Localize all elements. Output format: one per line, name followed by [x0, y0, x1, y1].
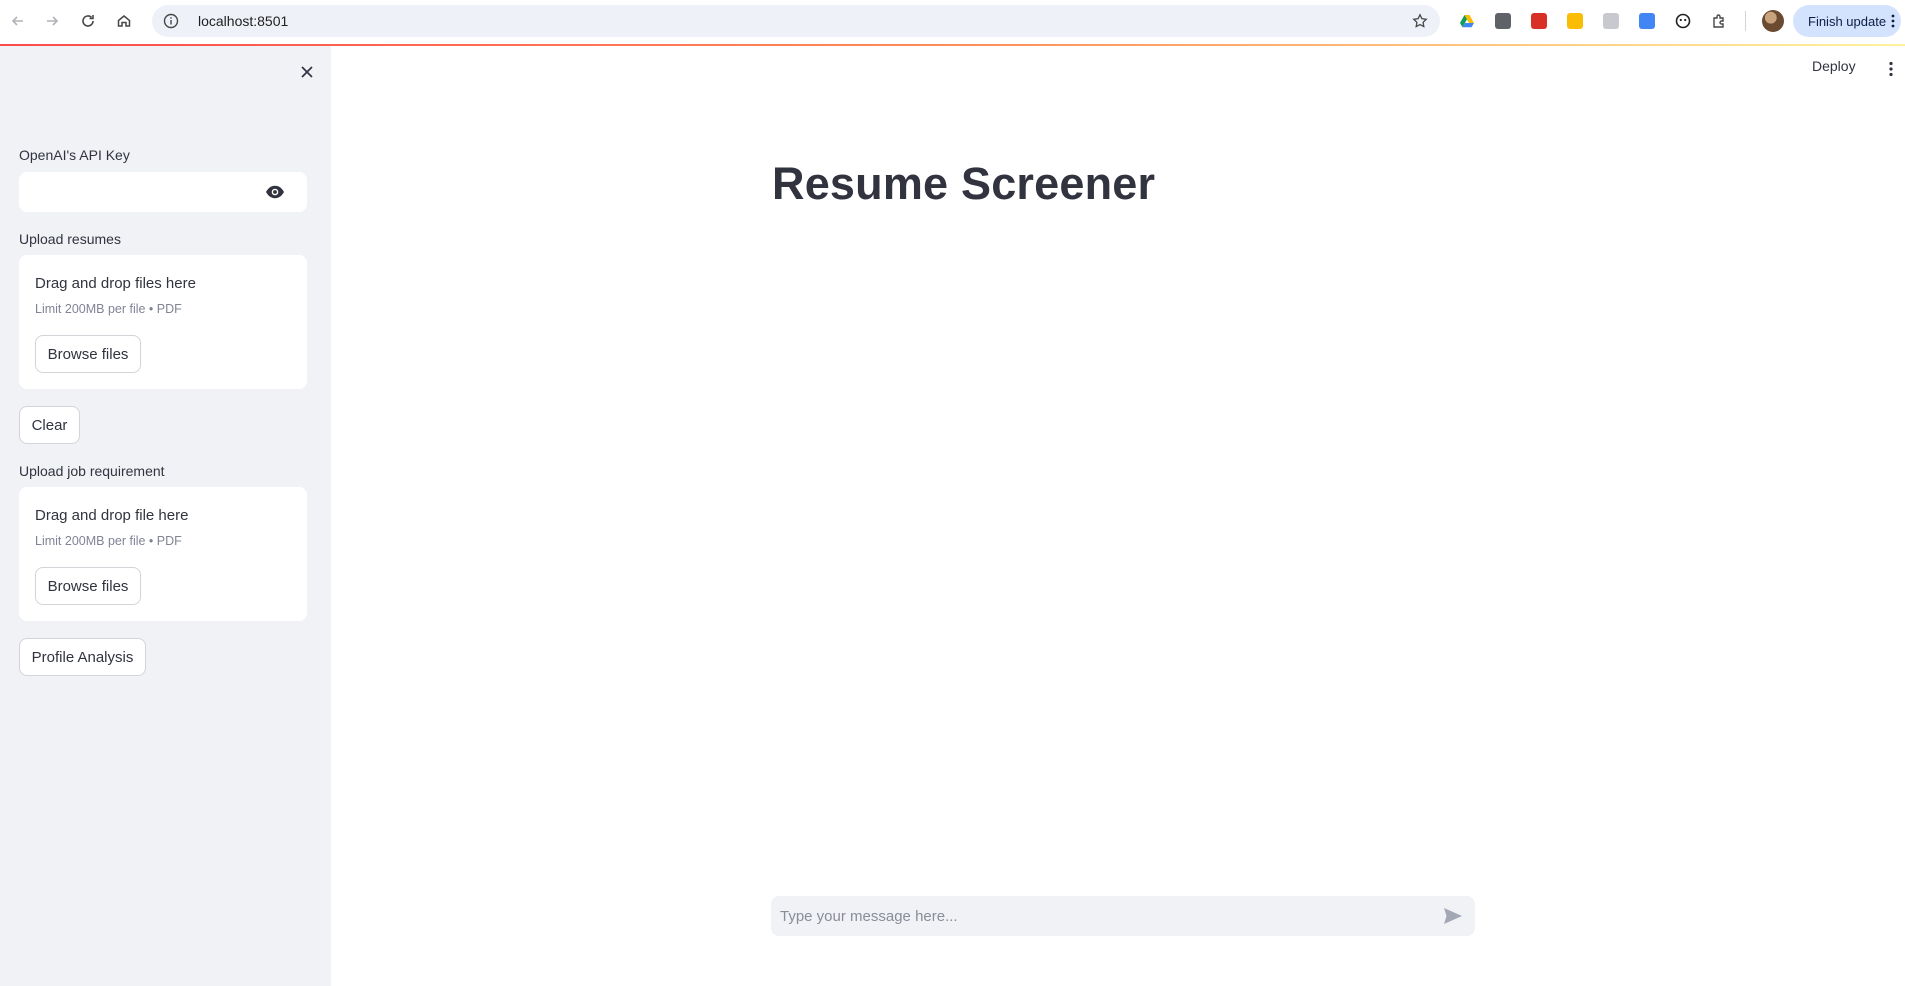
arrow-right-icon [47, 16, 59, 26]
resumes-drop-title: Drag and drop files here [35, 275, 196, 292]
red-book-icon[interactable] [1527, 9, 1551, 33]
back-button[interactable] [0, 3, 36, 39]
translate-icon[interactable] [1635, 9, 1659, 33]
calendar-icon[interactable] [1599, 9, 1623, 33]
api-key-input[interactable] [19, 172, 307, 212]
close-sidebar-button[interactable] [297, 62, 317, 82]
upload-job-label: Upload job requirement [19, 463, 165, 479]
page-title: Resume Screener [772, 158, 1156, 209]
finish-update-label: Finish update [1808, 13, 1887, 29]
deploy-button[interactable]: Deploy [1812, 58, 1856, 74]
browser-toolbar: localhost:8501 Finish update [0, 0, 1905, 44]
resumes-dropzone[interactable]: Drag and drop files here Limit 200MB per… [19, 255, 307, 389]
upload-resumes-label: Upload resumes [19, 231, 121, 247]
chat-input[interactable] [780, 896, 1420, 936]
profile-avatar[interactable] [1762, 10, 1784, 32]
reload-button[interactable] [70, 3, 106, 39]
profile-analysis-button[interactable]: Profile Analysis [19, 638, 146, 676]
job-drop-title: Drag and drop file here [35, 507, 189, 524]
keep-icon[interactable] [1563, 9, 1587, 33]
resumes-drop-limit: Limit 200MB per file • PDF [35, 302, 182, 316]
finish-update-button[interactable]: Finish update [1793, 5, 1901, 37]
sidebar: OpenAI's API Key Upload resumes Drag and… [0, 46, 331, 986]
home-button[interactable] [106, 3, 142, 39]
reload-icon [82, 15, 94, 27]
main-menu-icon[interactable] [1889, 61, 1893, 77]
close-icon [301, 66, 313, 78]
home-icon [117, 15, 131, 27]
chrome-menu-icon[interactable] [1891, 14, 1895, 28]
smiley-icon[interactable] [1671, 9, 1695, 33]
send-icon[interactable] [1443, 907, 1463, 925]
grid-extension-icon[interactable] [1491, 9, 1515, 33]
api-key-label: OpenAI's API Key [19, 147, 130, 163]
arrow-left-icon [11, 16, 23, 26]
resumes-browse-button[interactable]: Browse files [35, 335, 141, 373]
url-text: localhost:8501 [198, 13, 289, 29]
bookmark-star-icon[interactable] [1412, 13, 1428, 29]
address-bar[interactable]: localhost:8501 [152, 5, 1440, 37]
eye-icon[interactable] [265, 184, 285, 200]
job-browse-button[interactable]: Browse files [35, 567, 141, 605]
extensions-bar [1455, 9, 1748, 33]
job-dropzone[interactable]: Drag and drop file here Limit 200MB per … [19, 487, 307, 621]
forward-button[interactable] [34, 3, 70, 39]
chat-input-bar [771, 896, 1475, 936]
drive-icon[interactable] [1455, 9, 1479, 33]
clear-button[interactable]: Clear [19, 406, 80, 444]
toolbar-divider [1745, 11, 1746, 31]
site-info-icon[interactable] [162, 12, 180, 30]
job-drop-limit: Limit 200MB per file • PDF [35, 534, 182, 548]
puzzle-icon[interactable] [1707, 9, 1731, 33]
